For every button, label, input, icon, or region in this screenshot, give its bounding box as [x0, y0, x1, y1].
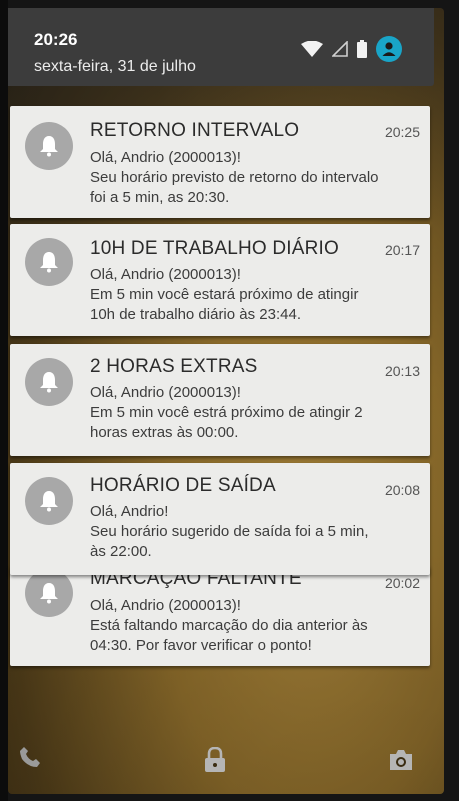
notification-body-line: Está faltando marcação do dia anterior à… [90, 617, 368, 634]
notification-time: 20:17 [384, 242, 420, 258]
notification-card[interactable]: RETORNO INTERVALO 20:25 Olá, Andrio (200… [10, 106, 430, 218]
phone-icon[interactable] [18, 745, 42, 774]
notification-body-line: Seu horário sugerido de saída foi a 5 mi… [90, 523, 369, 540]
bell-icon [25, 122, 73, 170]
notification-greeting: Olá, Andrio (2000013)! [90, 384, 241, 401]
notification-greeting: Olá, Andrio! [90, 503, 169, 520]
notification-body-line: horas extras às 00:00. [90, 424, 239, 441]
notification-greeting: Olá, Andrio (2000013)! [90, 597, 241, 614]
notification-title: RETORNO INTERVALO [90, 120, 300, 141]
bell-icon [25, 238, 73, 286]
bell-icon [25, 477, 73, 525]
bell-icon [25, 358, 73, 406]
notification-card[interactable]: 10H DE TRABALHO DIÁRIO 20:17 Olá, Andrio… [10, 224, 430, 336]
status-icons [301, 36, 402, 62]
camera-icon[interactable] [388, 749, 414, 776]
notification-card[interactable]: MARCAÇÃO FALTANTE 20:02 Olá, Andrio (200… [10, 566, 430, 666]
notification-body-line: 10h de trabalho diário às 23:44. [90, 306, 301, 323]
status-bar[interactable]: 20:26 sexta-feira, 31 de julho [8, 8, 434, 86]
notification-body-line: Em 5 min você estará próximo de atingir [90, 286, 359, 303]
notification-time: 20:13 [384, 363, 420, 379]
notification-title: HORÁRIO DE SAÍDA [90, 475, 276, 496]
notification-card[interactable]: HORÁRIO DE SAÍDA 20:08 Olá, Andrio! Seu … [10, 463, 430, 575]
clock-time: 20:26 [34, 30, 78, 49]
notification-time: 20:08 [384, 482, 420, 498]
notification-title: 10H DE TRABALHO DIÁRIO [90, 238, 340, 259]
notification-time: 20:25 [384, 124, 420, 140]
notification-body-line: foi a 5 min, as 20:30. [90, 189, 230, 206]
notification-card[interactable]: 2 HORAS EXTRAS 20:13 Olá, Andrio (200001… [10, 344, 430, 456]
notification-time: 20:02 [384, 575, 420, 591]
wifi-icon [301, 41, 323, 57]
signal-icon [332, 41, 348, 57]
notification-body-line: às 22:00. [90, 543, 152, 560]
notification-body-line: 04:30. Por favor verificar o ponto! [90, 637, 312, 654]
battery-icon [357, 40, 367, 58]
device-bezel [0, 0, 8, 801]
date-label: sexta-feira, 31 de julho [34, 58, 196, 75]
notification-greeting: Olá, Andrio (2000013)! [90, 149, 241, 166]
notification-body-line: Seu horário previsto de retorno do inter… [90, 169, 379, 186]
notification-title: 2 HORAS EXTRAS [90, 356, 258, 377]
account-icon[interactable] [376, 36, 402, 62]
notification-greeting: Olá, Andrio (2000013)! [90, 266, 241, 283]
notification-body-line: Em 5 min você estrá próximo de atingir 2 [90, 404, 363, 421]
lock-icon[interactable] [204, 746, 226, 778]
bell-icon [25, 569, 73, 617]
